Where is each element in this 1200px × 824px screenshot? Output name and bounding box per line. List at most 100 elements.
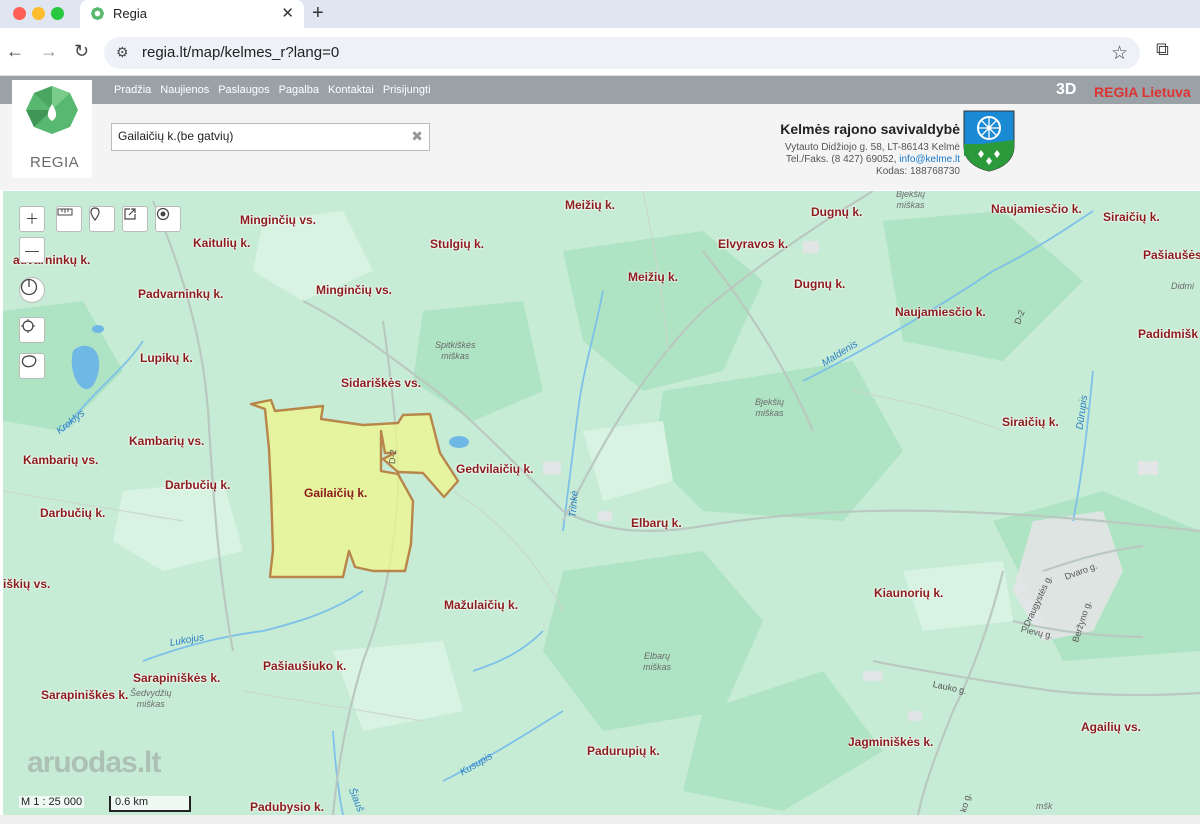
forest-label: mšk — [1036, 801, 1053, 811]
close-tab-icon[interactable]: ✕ — [281, 4, 294, 22]
place-label[interactable]: Mažulaičių k. — [444, 598, 518, 612]
place-label[interactable]: Sarapiniškės k. — [133, 671, 220, 685]
place-search-input[interactable] — [118, 129, 408, 143]
back-arrow-icon[interactable]: ← — [6, 41, 24, 62]
pin-tool-button[interactable] — [89, 206, 115, 232]
place-label[interactable]: Pašiaušiuko k. — [263, 659, 346, 673]
maximize-window-button[interactable] — [51, 7, 64, 20]
nav-link-login[interactable]: Prisijungti — [383, 84, 431, 96]
nav-link-news[interactable]: Naujienos — [160, 84, 209, 96]
place-label[interactable]: Minginčių vs. — [316, 283, 392, 297]
selected-place-label[interactable]: Gailaičių k. — [304, 486, 367, 500]
site-nav-links: Pradžia Naujienos Paslaugos Pagalba Kont… — [114, 84, 431, 96]
municipality-phone: Tel./Faks. (8 427) 69052, — [785, 154, 897, 165]
place-label[interactable]: Elbarų k. — [631, 516, 682, 530]
compass-icon — [20, 278, 38, 296]
municipality-contacts: Tel./Faks. (8 427) 69052, info@kelme.lt — [786, 154, 960, 165]
place-label[interactable]: Darbučių k. — [165, 478, 230, 492]
forest-label: Spitkiškės miškas — [435, 340, 476, 361]
nav-link-services[interactable]: Paslaugos — [218, 84, 269, 96]
zoom-in-button[interactable]: ＋ — [19, 206, 45, 232]
nav-link-contacts[interactable]: Kontaktai — [328, 84, 374, 96]
forest-label: Didmi — [1171, 281, 1195, 291]
share-button[interactable] — [122, 206, 148, 232]
municipality-address: Vytauto Didžiojo g. 58, LT-86143 Kelmė — [784, 142, 960, 153]
close-icon[interactable]: ✖ — [411, 128, 423, 145]
place-label[interactable]: Pašiaušės — [1143, 248, 1200, 262]
aruodas-watermark: aruodas.lt — [27, 746, 161, 779]
place-label[interactable]: Gedvilaičių k. — [456, 462, 533, 476]
my-location-button[interactable] — [19, 317, 45, 343]
tab-title: Regia — [113, 6, 147, 21]
map-canvas[interactable]: Minginčių vs. Kaitulių k. advarninkų k. Pad… — [3, 191, 1200, 815]
nav-link-home[interactable]: Pradžia — [114, 84, 151, 96]
forest-label: Bjekšių miškas — [896, 191, 926, 210]
map-pin-icon — [90, 207, 100, 221]
target-circle-icon — [156, 207, 170, 221]
place-label[interactable]: Padubysio k. — [250, 800, 324, 814]
draw-area-button[interactable] — [19, 353, 45, 379]
road-label: D-2 — [387, 449, 399, 465]
compass-button[interactable] — [19, 277, 45, 303]
place-label[interactable]: Padvarninkų k. — [138, 287, 223, 301]
place-label[interactable]: Siraičių k. — [1103, 210, 1160, 224]
place-label[interactable]: Sidariškės vs. — [341, 376, 421, 390]
place-label[interactable]: Sarapiniškės k. — [41, 688, 128, 702]
site-settings-icon[interactable]: ⚙ — [116, 44, 129, 61]
place-search-box[interactable]: ✖ — [111, 123, 430, 151]
place-label[interactable]: Kiaunorių k. — [874, 586, 943, 600]
new-tab-icon[interactable]: + — [312, 2, 324, 25]
forward-arrow-icon[interactable]: → — [40, 41, 58, 62]
url-text[interactable]: regia.lt/map/kelmes_r?lang=0 — [142, 44, 339, 61]
browser-tabbar: Regia ✕ + — [0, 0, 1200, 28]
place-label[interactable]: Stulgių k. — [430, 237, 484, 251]
municipality-email-link[interactable]: info@kelme.lt — [899, 154, 960, 165]
place-label[interactable]: Padurupių k. — [587, 744, 660, 758]
place-label[interactable]: iškių vs. — [3, 577, 50, 591]
place-label[interactable]: Jagminiškės k. — [848, 735, 933, 749]
share-icon — [124, 208, 136, 220]
url-bar[interactable]: ⚙ regia.lt/map/kelmes_r?lang=0 ☆ — [104, 37, 1140, 69]
place-label[interactable]: Meižių k. — [628, 270, 678, 284]
regia-logo-text: REGIA — [30, 154, 80, 171]
place-label[interactable]: Agailių vs. — [1081, 720, 1141, 734]
place-label[interactable]: Dugnų k. — [811, 205, 862, 219]
regia-logo-icon — [26, 86, 78, 134]
extensions-icon[interactable]: ⧉ — [1156, 39, 1169, 60]
place-label[interactable]: Kambarių vs. — [129, 434, 204, 448]
nav-link-help[interactable]: Pagalba — [279, 84, 319, 96]
forest-label: Bjekšių miškas — [755, 397, 785, 418]
municipality-code: Kodas: 188768730 — [876, 166, 960, 177]
place-label[interactable]: Meižių k. — [565, 198, 615, 212]
3d-mode-button[interactable]: 3D — [1056, 81, 1076, 99]
place-label[interactable]: Naujamiesčio k. — [895, 305, 986, 319]
minimize-window-button[interactable] — [32, 7, 45, 20]
regia-lietuva-link[interactable]: REGIA Lietuva — [1094, 84, 1191, 100]
browser-tab[interactable]: Regia ✕ — [80, 0, 304, 28]
place-label[interactable]: Padidmišk — [1138, 327, 1198, 341]
place-label[interactable]: Minginčių vs. — [240, 213, 316, 227]
bookmark-star-icon[interactable]: ☆ — [1111, 42, 1128, 65]
regia-favicon-icon — [90, 6, 105, 21]
close-window-button[interactable] — [13, 7, 26, 20]
window-bottom-edge — [0, 815, 1200, 824]
browser-toolbar: ← → ↻ ⚙ regia.lt/map/kelmes_r?lang=0 ☆ ⧉ — [0, 28, 1200, 76]
municipality-name: Kelmės rajono savivaldybė — [780, 121, 960, 137]
place-label[interactable]: Naujamiesčio k. — [991, 202, 1082, 216]
map-scale-bar: 0.6 km — [109, 796, 191, 812]
place-label[interactable]: Siraičių k. — [1002, 415, 1059, 429]
lasso-icon — [21, 355, 37, 368]
crosshair-icon — [21, 319, 35, 333]
locate-point-button[interactable] — [155, 206, 181, 232]
place-label[interactable]: Lupikų k. — [140, 351, 193, 365]
place-label[interactable]: Dugnų k. — [794, 277, 845, 291]
place-label[interactable]: Darbučių k. — [40, 506, 105, 520]
place-label[interactable]: Elvyravos k. — [718, 237, 788, 251]
kelme-coat-of-arms-icon — [963, 110, 1015, 172]
measure-tool-button[interactable] — [56, 206, 82, 232]
reload-icon[interactable]: ↻ — [74, 41, 89, 62]
zoom-out-button[interactable]: — — [19, 237, 45, 263]
forest-label: Šedvydžių miškas — [130, 688, 172, 709]
place-label[interactable]: Kaitulių k. — [193, 236, 250, 250]
place-label[interactable]: Kambarių vs. — [23, 453, 98, 467]
